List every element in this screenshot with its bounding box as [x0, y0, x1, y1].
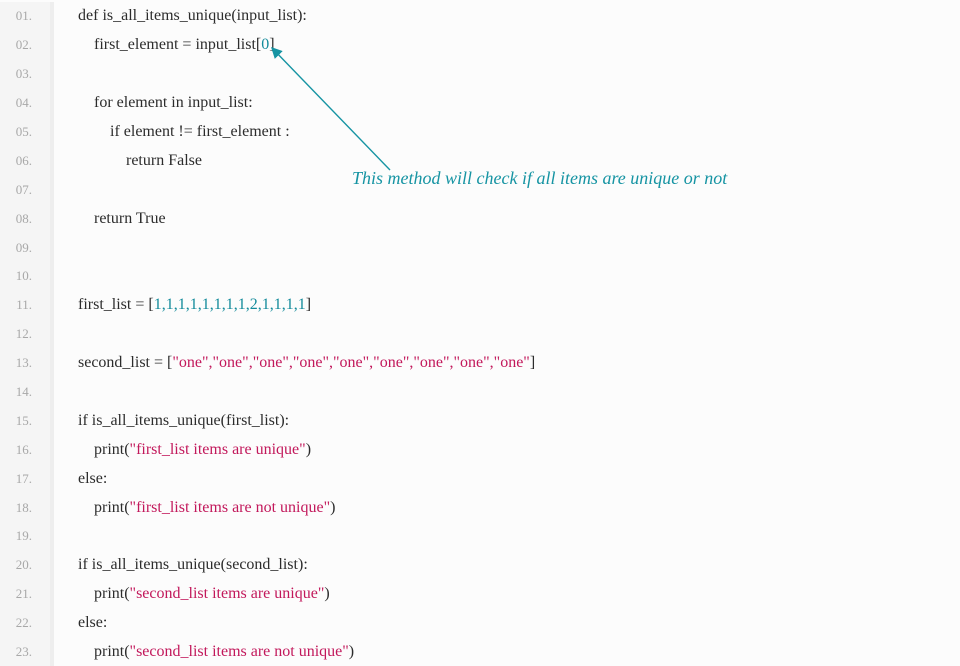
code-line: 23. print("second_list items are not uni…	[0, 638, 960, 666]
code-line: 02. first_element = input_list[0]	[0, 31, 960, 60]
code-line: 22. else:	[0, 609, 960, 638]
code-line: 01. def is_all_items_unique(input_list):	[0, 2, 960, 31]
line-number: 02.	[0, 31, 54, 60]
line-number: 19.	[0, 522, 54, 551]
line-number: 09.	[0, 233, 54, 262]
code-text: def is_all_items_unique(input_list):	[54, 7, 307, 25]
line-number: 06.	[0, 146, 54, 175]
code-line: 13. second_list = ["one","one","one","on…	[0, 349, 960, 378]
line-number: 12.	[0, 320, 54, 349]
line-number: 03.	[0, 60, 54, 89]
code-text	[54, 267, 82, 285]
code-block: 01. def is_all_items_unique(input_list):…	[0, 0, 960, 666]
code-line: 15. if is_all_items_unique(first_list):	[0, 406, 960, 435]
line-number: 14.	[0, 378, 54, 407]
code-line: 21. print("second_list items are unique"…	[0, 580, 960, 609]
code-text	[54, 527, 82, 545]
code-line: 12.	[0, 320, 960, 349]
line-number: 17.	[0, 464, 54, 493]
line-number: 23.	[0, 638, 54, 666]
code-line: 05. if element != first_element :	[0, 118, 960, 147]
line-number: 11.	[0, 291, 54, 320]
code-text	[54, 65, 82, 83]
code-text: if element != first_element :	[54, 123, 290, 141]
line-number: 01.	[0, 2, 54, 31]
line-number: 22.	[0, 609, 54, 638]
line-number: 21.	[0, 580, 54, 609]
code-line: 17. else:	[0, 464, 960, 493]
line-number: 15.	[0, 406, 54, 435]
code-line: 03.	[0, 60, 960, 89]
line-number: 18.	[0, 493, 54, 522]
code-text: print("second_list items are unique")	[54, 585, 330, 603]
code-text: first_element = input_list[0]	[54, 36, 275, 54]
code-line: 04. for element in input_list:	[0, 89, 960, 118]
code-text: if is_all_items_unique(second_list):	[54, 556, 308, 574]
code-line: 19.	[0, 522, 960, 551]
code-text	[54, 181, 82, 199]
code-line: 10.	[0, 262, 960, 291]
code-text: if is_all_items_unique(first_list):	[54, 412, 289, 430]
code-text	[54, 239, 82, 257]
line-number: 10.	[0, 262, 54, 291]
line-number: 05.	[0, 118, 54, 147]
line-number: 16.	[0, 435, 54, 464]
line-number: 08.	[0, 204, 54, 233]
code-text: print("first_list items are unique")	[54, 441, 311, 459]
code-line: 08. return True	[0, 204, 960, 233]
code-line: 16. print("first_list items are unique")	[0, 435, 960, 464]
code-line: 20. if is_all_items_unique(second_list):	[0, 551, 960, 580]
code-text	[54, 325, 82, 343]
code-line: 11. first_list = [1,1,1,1,1,1,1,1,2,1,1,…	[0, 291, 960, 320]
code-text: return False	[54, 152, 202, 170]
code-text: else:	[54, 470, 107, 488]
code-text: print("first_list items are not unique")	[54, 499, 335, 517]
code-line: 18. print("first_list items are not uniq…	[0, 493, 960, 522]
code-text: return True	[54, 210, 166, 228]
annotation-text: This method will check if all items are …	[352, 168, 727, 189]
code-text: print("second_list items are not unique"…	[54, 643, 354, 661]
code-text: else:	[54, 614, 107, 632]
code-text: second_list = ["one","one","one","one","…	[54, 354, 535, 372]
code-text: for element in input_list:	[54, 94, 253, 112]
line-number: 13.	[0, 349, 54, 378]
code-line: 14.	[0, 378, 960, 407]
code-line: 09.	[0, 233, 960, 262]
line-number: 20.	[0, 551, 54, 580]
code-text: first_list = [1,1,1,1,1,1,1,1,2,1,1,1,1]	[54, 296, 311, 314]
line-number: 07.	[0, 175, 54, 204]
line-number: 04.	[0, 89, 54, 118]
code-text	[54, 383, 82, 401]
